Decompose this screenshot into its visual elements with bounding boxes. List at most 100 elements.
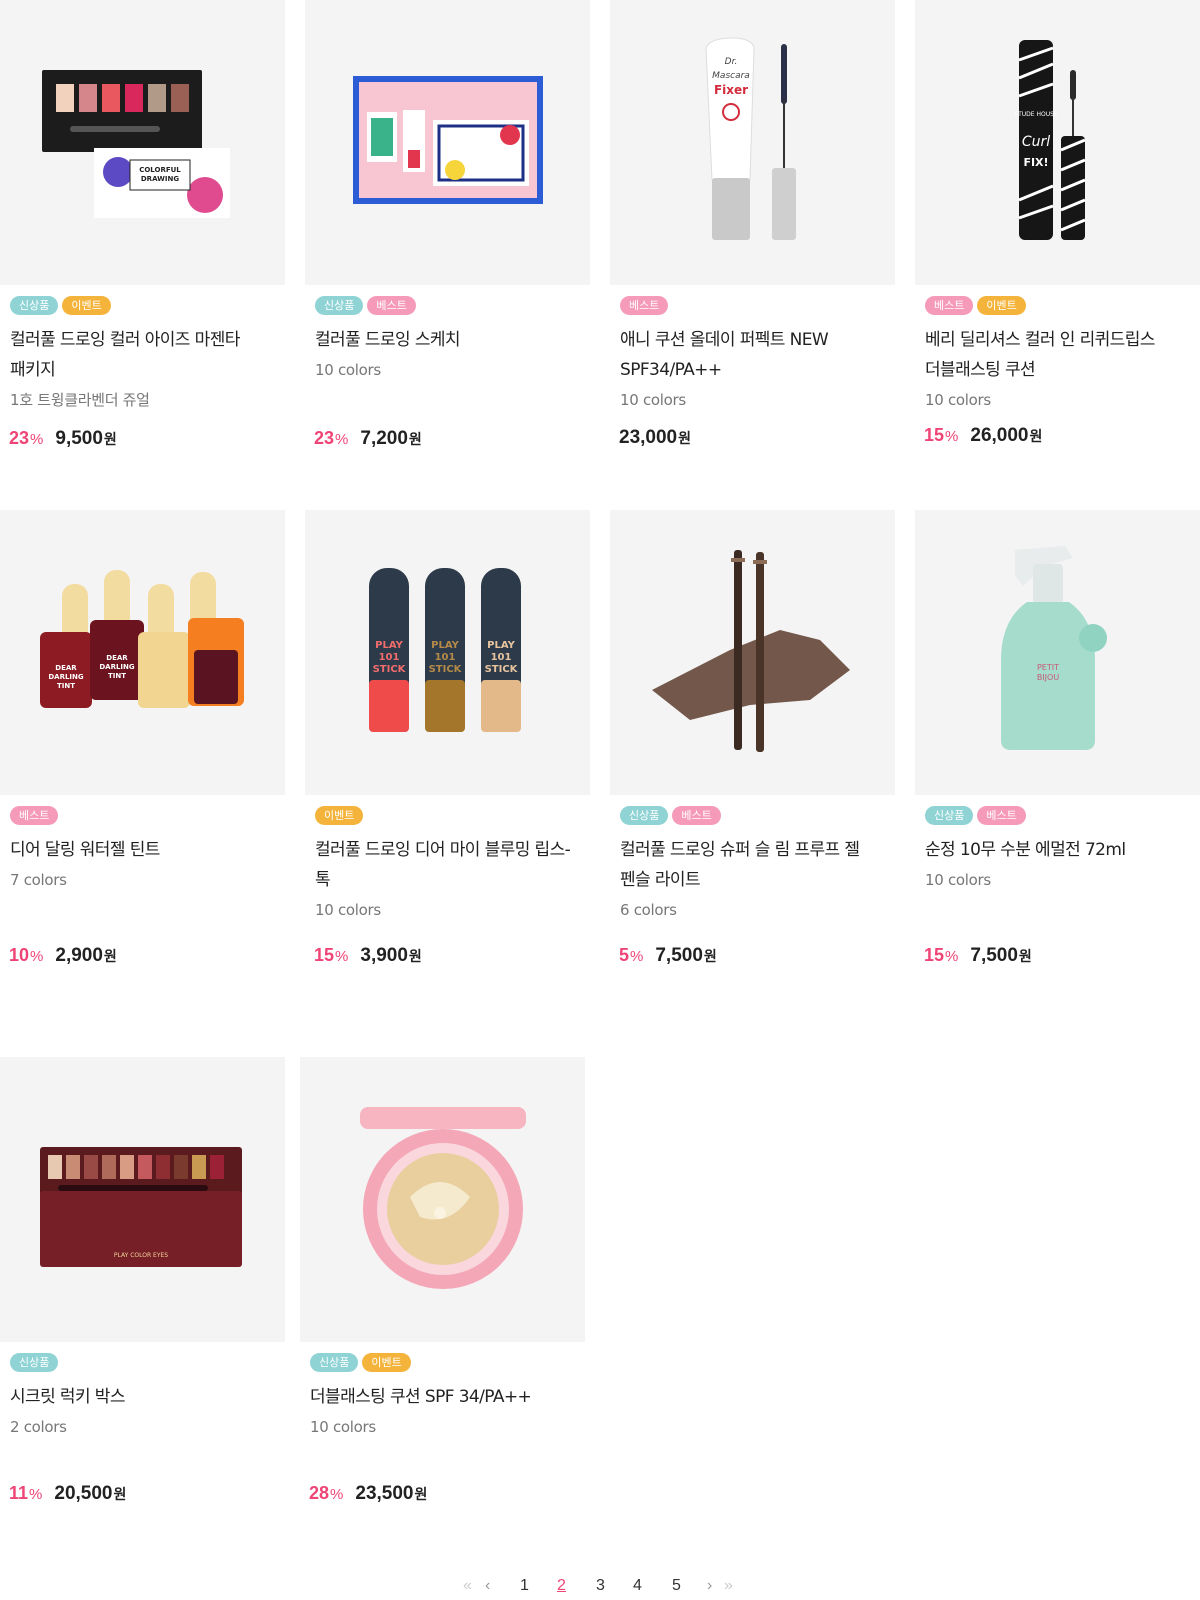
product-image[interactable]: Dr. Mascara Fixer (610, 0, 895, 285)
product-card[interactable]: Dr. Mascara Fixer 베스트 애니 쿠션 올데이 퍼펙트 NEW … (610, 0, 895, 448)
product-card[interactable]: 신상품 이벤트 더블래스팅 쿠션 SPF 34/PA++ 10 colors 2… (300, 1057, 585, 1504)
svg-text:101: 101 (379, 652, 400, 663)
dear-darling-tint-image: DEAR DARLING TINT DEAR DARLING TINT (40, 570, 244, 708)
badge-new: 신상품 (10, 1353, 59, 1372)
next-page-button[interactable]: › (707, 1577, 712, 1595)
product-card[interactable]: COLORFUL DRAWING 신상품 이벤트 컬러풀 드로잉 컬러 아이즈 … (0, 0, 285, 449)
badge-new: 신상품 (620, 806, 669, 825)
badge-event: 이벤트 (362, 1353, 411, 1372)
page-link[interactable]: 4 (633, 1577, 642, 1595)
product-image[interactable]: PLAY 101 STICK PLAY 101 STICK PLAY 101 S… (305, 510, 590, 795)
product-variant: 10 colors (620, 391, 686, 409)
sketch-kit-image (353, 76, 543, 204)
svg-text:BIJOU: BIJOU (1037, 673, 1060, 682)
product-name[interactable]: 시크릿 럭키 박스 (10, 1382, 275, 1412)
svg-text:101: 101 (491, 652, 512, 663)
product-image[interactable]: PETIT BIJOU (915, 510, 1200, 795)
svg-text:ETUDE HOUSE: ETUDE HOUSE (1014, 111, 1058, 118)
price-row: 11% 20,500원 (9, 1483, 126, 1505)
product-card[interactable]: PLAY 101 STICK PLAY 101 STICK PLAY 101 S… (305, 510, 590, 966)
price: 3,900원 (360, 945, 422, 966)
product-variant: 10 colors (315, 361, 381, 379)
badge-event: 이벤트 (977, 296, 1026, 315)
price: 20,500원 (54, 1483, 127, 1504)
svg-text:DARLING: DARLING (48, 673, 84, 681)
svg-text:STICK: STICK (429, 664, 463, 675)
svg-text:STICK: STICK (485, 664, 519, 675)
discount-rate: 15% (314, 945, 349, 965)
svg-text:COLORFUL: COLORFUL (139, 166, 181, 174)
price: 23,500원 (355, 1483, 428, 1504)
product-card[interactable]: DEAR DARLING TINT DEAR DARLING TINT 베스트 … (0, 510, 285, 966)
product-name[interactable]: 컬러풀 드로잉 컬러 아이즈 마젠타 패키지 (10, 325, 275, 385)
price-row: 28% 23,500원 (309, 1483, 427, 1505)
badge-best: 베스트 (672, 806, 721, 825)
discount-rate: 23% (314, 428, 349, 448)
badge-event: 이벤트 (315, 806, 364, 825)
play-101-stick-image: PLAY 101 STICK PLAY 101 STICK PLAY 101 S… (369, 568, 521, 732)
product-variant: 10 colors (925, 391, 991, 409)
product-name[interactable]: 디어 달링 워터젤 틴트 (10, 835, 275, 865)
svg-text:TINT: TINT (57, 682, 75, 690)
svg-text:DEAR: DEAR (55, 664, 77, 672)
last-page-button[interactable]: » (724, 1577, 733, 1595)
svg-text:PLAY: PLAY (487, 640, 515, 651)
badge-new: 신상품 (310, 1353, 359, 1372)
price-row: 23% 9,500원 (9, 428, 117, 450)
product-image[interactable]: DEAR DARLING TINT DEAR DARLING TINT (0, 510, 285, 795)
price: 7,200원 (360, 428, 422, 449)
page-link-current[interactable]: 2 (557, 1577, 566, 1595)
page-link[interactable]: 1 (520, 1577, 529, 1595)
product-name[interactable]: 컬러풀 드로잉 스케치 (315, 325, 580, 355)
badge-best: 베스트 (925, 296, 974, 315)
product-card[interactable]: PLAY COLOR EYES 신상품 시크릿 럭키 박스 2 colors 1… (0, 1057, 285, 1504)
product-variant: 6 colors (620, 901, 677, 919)
product-image[interactable] (300, 1057, 585, 1342)
product-name[interactable]: 베리 딜리셔스 컬러 인 리퀴드립스 더블래스팅 쿠션 (925, 325, 1190, 385)
product-card[interactable]: 신상품 베스트 컬러풀 드로잉 스케치 10 colors 23% 7,200원 (305, 0, 590, 449)
product-name[interactable]: 순정 10무 수분 에멀전 72ml (925, 835, 1190, 865)
price: 2,900원 (55, 945, 117, 966)
page-link[interactable]: 3 (596, 1577, 605, 1595)
product-image[interactable] (610, 510, 895, 795)
product-image[interactable]: PLAY COLOR EYES (0, 1057, 285, 1342)
svg-text:Fixer: Fixer (714, 83, 748, 97)
svg-text:PLAY COLOR EYES: PLAY COLOR EYES (114, 1252, 168, 1259)
discount-rate: 15% (924, 425, 959, 445)
product-card[interactable]: PETIT BIJOU 신상품 베스트 순정 10무 수분 에멀전 72ml 1… (915, 510, 1200, 966)
badge-best: 베스트 (620, 296, 669, 315)
product-card[interactable]: ETUDE HOUSE Curl FIX! 베스트 이벤트 베리 딜리셔스 컬러… (915, 0, 1200, 446)
page-link[interactable]: 5 (672, 1577, 681, 1595)
product-card[interactable]: 신상품 베스트 컬러풀 드로잉 슈퍼 슬 림 프루프 젤 펜슬 라이트 6 co… (610, 510, 895, 966)
price-row: 23,000원 (619, 427, 691, 449)
price-row: 23% 7,200원 (314, 428, 422, 450)
product-name[interactable]: 더블래스팅 쿠션 SPF 34/PA++ (310, 1382, 575, 1412)
discount-rate: 23% (9, 428, 44, 448)
discount-rate: 11% (9, 1483, 43, 1503)
pagination: « ‹ 1 2 3 4 5 › » (0, 1577, 1200, 1599)
product-name[interactable]: 컬러풀 드로잉 슈퍼 슬 림 프루프 젤 펜슬 라이트 (620, 835, 885, 895)
price: 23,000원 (619, 427, 692, 448)
product-image[interactable]: ETUDE HOUSE Curl FIX! (915, 0, 1200, 285)
mascara-fixer-image: Dr. Mascara Fixer (705, 37, 796, 240)
svg-text:DEAR: DEAR (106, 654, 128, 662)
svg-text:PLAY: PLAY (375, 640, 403, 651)
product-name[interactable]: 애니 쿠션 올데이 퍼펙트 NEW SPF34/PA++ (620, 325, 885, 385)
price: 9,500원 (55, 428, 117, 449)
svg-text:FIX!: FIX! (1023, 156, 1048, 169)
discount-rate: 28% (309, 1483, 344, 1503)
product-name[interactable]: 컬러풀 드로잉 디어 마이 블루밍 립스-톡 (315, 835, 580, 895)
eyeshadow-palette-image: COLORFUL DRAWING (42, 70, 230, 218)
badge-new: 신상품 (10, 296, 59, 315)
price-row: 15% 26,000원 (924, 425, 1042, 447)
prev-page-button[interactable]: ‹ (485, 1577, 490, 1595)
curl-fix-mascara-image: ETUDE HOUSE Curl FIX! (1014, 40, 1086, 240)
product-image[interactable] (305, 0, 590, 285)
product-image[interactable]: COLORFUL DRAWING (0, 0, 285, 285)
brow-pencil-image (652, 550, 850, 752)
price-row: 10% 2,900원 (9, 945, 117, 967)
play-color-eyes-palette-image: PLAY COLOR EYES (40, 1147, 242, 1267)
product-variant: 2 colors (10, 1418, 67, 1436)
price-row: 15% 3,900원 (314, 945, 422, 967)
first-page-button[interactable]: « (463, 1577, 472, 1595)
